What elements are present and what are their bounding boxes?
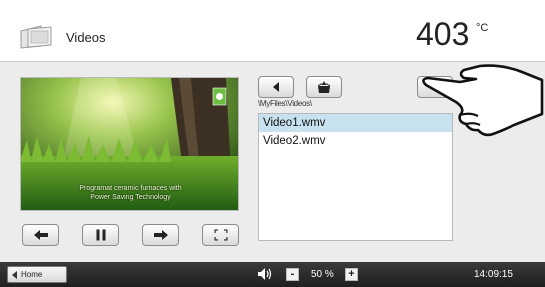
- header-bar: Videos 403 °C: [0, 0, 545, 62]
- pause-button[interactable]: [82, 224, 119, 246]
- arrow-right-icon: [153, 230, 168, 240]
- current-path: \MyFiles\Videos\: [258, 99, 312, 108]
- volume-down-button[interactable]: -: [286, 268, 299, 281]
- volume-up-button[interactable]: +: [345, 268, 358, 281]
- file-list: Video1.wmv Video2.wmv: [258, 113, 453, 241]
- list-item[interactable]: Video1.wmv: [259, 114, 452, 132]
- fullscreen-button[interactable]: [202, 224, 239, 246]
- next-button[interactable]: [142, 224, 179, 246]
- speaker-icon: [258, 268, 272, 280]
- open-folder-icon: [317, 81, 331, 93]
- page-title: Videos: [66, 30, 106, 45]
- back-arrow-icon: [12, 271, 17, 279]
- status-bar: Home - 50 % + 14:09:15: [0, 262, 545, 287]
- video-caption: Programat ceramic furnaces with Power Sa…: [21, 184, 238, 202]
- film-folder-icon: [20, 25, 52, 49]
- list-item[interactable]: Video2.wmv: [259, 132, 452, 150]
- previous-button[interactable]: [22, 224, 59, 246]
- volume-value: 50 %: [311, 269, 334, 280]
- action-button[interactable]: [417, 76, 453, 98]
- back-arrow-icon: [273, 82, 279, 92]
- video-caption-line: Programat ceramic furnaces with: [79, 185, 182, 192]
- pause-icon: [96, 229, 105, 241]
- video-caption-line: Power Saving Technology: [90, 194, 171, 201]
- back-button[interactable]: [258, 76, 294, 98]
- home-label: Home: [21, 270, 43, 279]
- clock: 14:09:15: [474, 269, 513, 280]
- arrow-left-icon: [33, 230, 48, 240]
- video-player[interactable]: Programat ceramic furnaces with Power Sa…: [20, 77, 239, 211]
- home-button[interactable]: Home: [7, 266, 67, 283]
- open-folder-button[interactable]: [306, 76, 342, 98]
- temperature-readout: 403: [416, 16, 470, 52]
- content-panel: Programat ceramic furnaces with Power Sa…: [0, 62, 545, 262]
- temperature-unit: °C: [476, 22, 489, 34]
- fullscreen-icon: [214, 229, 227, 241]
